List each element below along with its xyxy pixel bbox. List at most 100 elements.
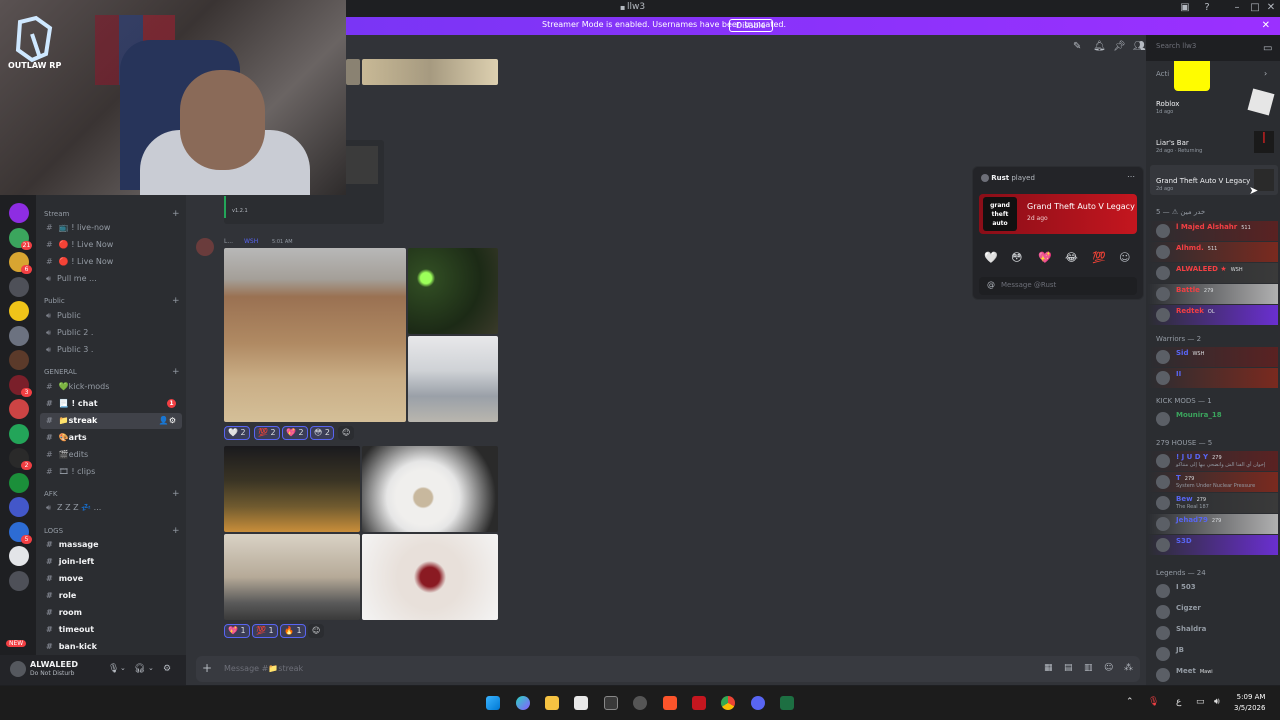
channel-chat[interactable]: # 📃 ! chat 1 (40, 396, 182, 412)
image-attachment[interactable] (346, 59, 360, 85)
user-avatar[interactable] (10, 661, 26, 677)
headphones-icon[interactable]: 🎧︎ (134, 664, 145, 674)
category-afk[interactable]: AFK + (44, 489, 180, 499)
excel-icon[interactable] (780, 696, 794, 710)
reaction-100[interactable]: 💯 2 (254, 426, 280, 440)
category-logs[interactable]: LOGS + (44, 526, 180, 536)
add-channel-icon[interactable]: + (172, 489, 180, 499)
voice-afk[interactable]: 🔊︎ Z Z Z 💤 ... (40, 500, 182, 516)
message-input[interactable]: Message #📁streak (224, 664, 303, 673)
user-name[interactable]: ALWALEED (30, 660, 78, 669)
member-item[interactable]: II (1148, 368, 1278, 388)
server-icon[interactable] (9, 399, 29, 419)
member-item[interactable]: I 503 (1148, 581, 1278, 601)
bell-icon[interactable]: 🔔︎ (1093, 41, 1106, 52)
activity-item[interactable]: Roblox 1d ago (1150, 88, 1278, 117)
inbox-icon[interactable]: ▣ (1178, 2, 1192, 14)
file-explorer-icon[interactable] (545, 696, 559, 710)
member-item[interactable]: Battle 279 (1148, 284, 1278, 304)
help-icon[interactable]: ? (1200, 2, 1214, 14)
adobe-icon[interactable] (692, 696, 706, 710)
server-icon[interactable]: 2 (9, 448, 32, 470)
pin-icon[interactable]: 📌︎ (1113, 41, 1126, 52)
member-item[interactable]: Alhmd. 511 (1148, 242, 1278, 262)
reaction-pink-heart[interactable]: 💖 2 (282, 426, 308, 440)
author-name[interactable]: L... (224, 238, 233, 245)
author-avatar[interactable] (196, 238, 214, 256)
member-item[interactable]: Redtek OL (1148, 305, 1278, 325)
inbox-header-icon[interactable]: ▭ (1263, 43, 1272, 54)
member-item[interactable]: ! J U D Y 279 إخوان أي الفنا الش واتضحي بي… (1148, 451, 1278, 471)
image-attachment[interactable] (362, 59, 498, 85)
chevron-down-icon[interactable]: ⌄ (120, 664, 126, 672)
image-attachment-building[interactable] (224, 534, 360, 620)
server-icon[interactable] (9, 423, 29, 444)
close-banner-icon[interactable]: ✕ (1262, 20, 1270, 31)
add-channel-icon[interactable]: + (172, 209, 180, 219)
store-icon[interactable] (574, 696, 588, 710)
more-options-icon[interactable]: ⋯ (1127, 172, 1135, 181)
channel-join-left[interactable]: # join-left (40, 554, 182, 570)
reaction-fire[interactable]: 🔥 1 (280, 624, 306, 638)
server-icon[interactable] (9, 301, 29, 321)
emoji-heart[interactable]: 🤍 (984, 251, 998, 264)
channel-room[interactable]: # room (40, 605, 182, 621)
gif-icon[interactable]: ▤ (1064, 663, 1073, 673)
channel-kick-mods[interactable]: # 💚kick-mods (40, 379, 182, 395)
add-reaction-icon[interactable]: ☺ (308, 624, 325, 638)
server-icon[interactable]: 21 (9, 227, 32, 250)
member-item[interactable]: Mounira_18 (1148, 409, 1278, 429)
add-channel-icon[interactable]: + (172, 526, 180, 536)
channel-clips[interactable]: # 🎞 ! clips (40, 464, 182, 480)
member-item[interactable]: T 279 System Under Nuclear Pressure (1148, 472, 1278, 492)
voice-public-3[interactable]: 🔊︎ Public 3 . (40, 342, 182, 358)
attach-plus-icon[interactable]: + (202, 661, 212, 675)
server-icon[interactable] (9, 276, 29, 297)
add-reaction-icon[interactable]: ☺ (338, 426, 355, 440)
image-attachment-desert[interactable] (224, 248, 406, 422)
image-attachment-tree[interactable] (408, 248, 498, 334)
channel-massage[interactable]: # massage (40, 537, 182, 553)
server-icon[interactable] (9, 472, 29, 493)
image-attachment-coffee[interactable] (362, 446, 498, 532)
search-input[interactable]: Search llw3 (1150, 40, 1270, 54)
server-icon[interactable] (9, 570, 29, 591)
channel-role[interactable]: # role (40, 588, 182, 604)
volume-icon[interactable]: 🔊︎ (1214, 697, 1220, 707)
game-card[interactable]: grand theft auto Grand Theft Auto V Lega… (979, 194, 1137, 234)
chrome-icon[interactable] (721, 696, 735, 710)
emoji-picker-icon[interactable]: ☺ (1119, 251, 1130, 264)
member-item[interactable]: Shaldra (1148, 623, 1278, 643)
emoji-joy[interactable]: 😂 (1065, 251, 1078, 264)
member-item[interactable]: Meet Mawi (1148, 665, 1278, 685)
windows-start-icon[interactable] (486, 696, 500, 710)
server-icon[interactable]: 5 (9, 521, 32, 544)
popup-message-input[interactable]: @ Message @Rust (979, 277, 1137, 295)
brave-icon[interactable] (663, 696, 677, 710)
add-channel-icon[interactable]: + (172, 367, 180, 377)
add-channel-icon[interactable]: + (172, 296, 180, 306)
channel-streak[interactable]: # 📁streak 👤⚙ (40, 413, 182, 429)
apps-icon[interactable]: ⁂ (1124, 663, 1133, 673)
server-icon[interactable]: 6 (9, 252, 32, 274)
server-icon[interactable] (9, 203, 29, 223)
reaction-flushed[interactable]: 😳 2 (310, 426, 334, 440)
member-item[interactable]: JB (1148, 644, 1278, 664)
emoji-icon[interactable]: ☺ (1104, 663, 1113, 673)
member-item[interactable]: Bew 279 The Real 187 (1148, 493, 1278, 513)
channel-live-now[interactable]: # 📺 ! live-now (40, 220, 182, 236)
server-icon[interactable] (9, 350, 29, 370)
channel-live-now-3[interactable]: # 🔴 ! Live Now (40, 254, 182, 270)
copilot-icon[interactable] (516, 696, 530, 710)
channel-live-now-2[interactable]: # 🔴 ! Live Now (40, 237, 182, 253)
member-item[interactable]: Sid WSH (1148, 347, 1278, 367)
settings-gear-icon[interactable]: ⚙ (163, 664, 171, 674)
clock[interactable]: 5:09 AM 3/5/2026 (1234, 692, 1265, 714)
server-icon[interactable]: 3 (9, 374, 32, 397)
voice-pull-me[interactable]: 🔊︎ Pull me ... (40, 271, 182, 287)
threads-icon[interactable]: ✎ (1073, 41, 1081, 52)
emoji-pink-heart[interactable]: 💖 (1038, 251, 1052, 264)
member-item[interactable]: S3D (1148, 535, 1278, 555)
discord-taskbar-icon[interactable] (751, 696, 765, 710)
message-composer[interactable]: + Message #📁streak ▦ ▤ ▥ ☺ ⁂ (196, 656, 1140, 682)
